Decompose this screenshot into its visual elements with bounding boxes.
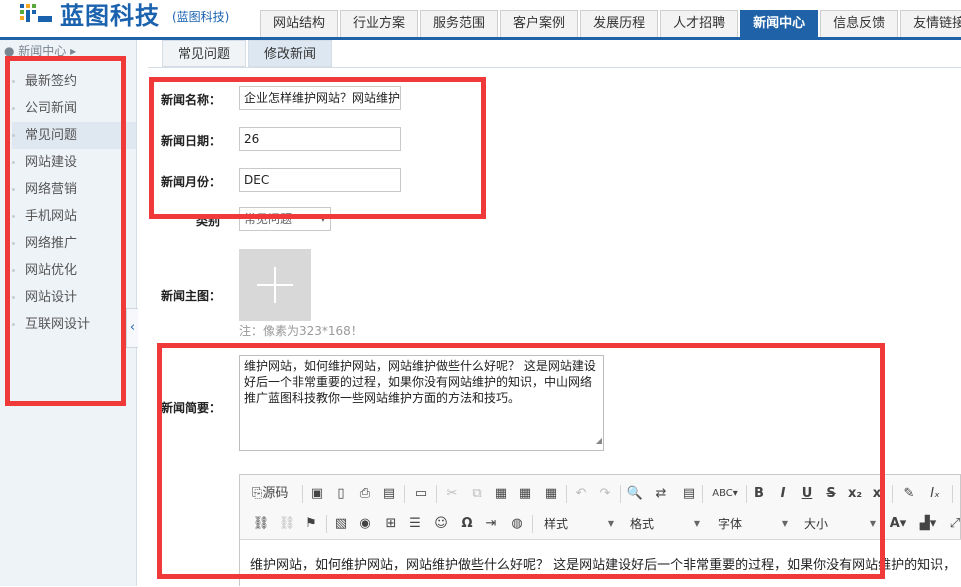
background-color-icon[interactable]: ▟▾ [916, 513, 940, 535]
logo-icon [20, 4, 52, 22]
collapse-sidebar-button[interactable]: ‹ [126, 308, 138, 348]
highlight-box-form [149, 77, 486, 219]
nav-tab-6[interactable]: 新闻中心 [740, 10, 819, 38]
nav-tab-4[interactable]: 发展历程 [580, 10, 659, 38]
chevron-left-icon: ‹ [129, 320, 136, 335]
sub-tabs: 常见问题 修改新闻 [162, 40, 334, 68]
top-header: 蓝图科技 (蓝图科技) 网站结构 行业方案 服务范围 客户案例 发展历程 人才招聘 新闻中心… [0, 0, 961, 40]
image-upload-button[interactable] [239, 249, 311, 321]
toolbar-separator [892, 485, 893, 503]
nav-tab-3[interactable]: 客户案例 [500, 10, 579, 38]
plus-icon-v [274, 267, 276, 303]
main-nav: 网站结构 行业方案 服务范围 客户案例 发展历程 人才招聘 新闻中心 信息反馈 友情链接 [260, 10, 961, 38]
image-hint: 注：像素为323*168！ [239, 324, 363, 338]
nav-tab-8[interactable]: 友情链接 [900, 10, 961, 38]
highlight-box-summary [157, 343, 885, 579]
nav-tab-1[interactable]: 行业方案 [340, 10, 419, 38]
remove-format-icon[interactable]: Iₓ [926, 483, 944, 505]
highlight-box-sidebar [5, 56, 126, 406]
subtab-0[interactable]: 常见问题 [162, 40, 247, 67]
nav-tab-5[interactable]: 人才招聘 [660, 10, 739, 38]
logo-text: 蓝图科技 [60, 2, 160, 30]
maximize-icon[interactable]: ⤢ [948, 513, 961, 535]
nav-tab-0[interactable]: 网站结构 [260, 10, 339, 38]
main-image-label: 新闻主图： [161, 289, 222, 303]
subtabs-divider [148, 67, 961, 68]
logo-subtitle: (蓝图科技) [172, 10, 230, 24]
toolbar-separator [952, 485, 953, 503]
nav-underline [0, 37, 961, 40]
subtab-1[interactable]: 修改新闻 [248, 40, 333, 67]
nav-tab-7[interactable]: 信息反馈 [820, 10, 899, 38]
text-color-icon[interactable]: A▾ [886, 513, 910, 535]
copy-format-icon[interactable]: ✎ [900, 483, 918, 505]
nav-tab-2[interactable]: 服务范围 [420, 10, 499, 38]
